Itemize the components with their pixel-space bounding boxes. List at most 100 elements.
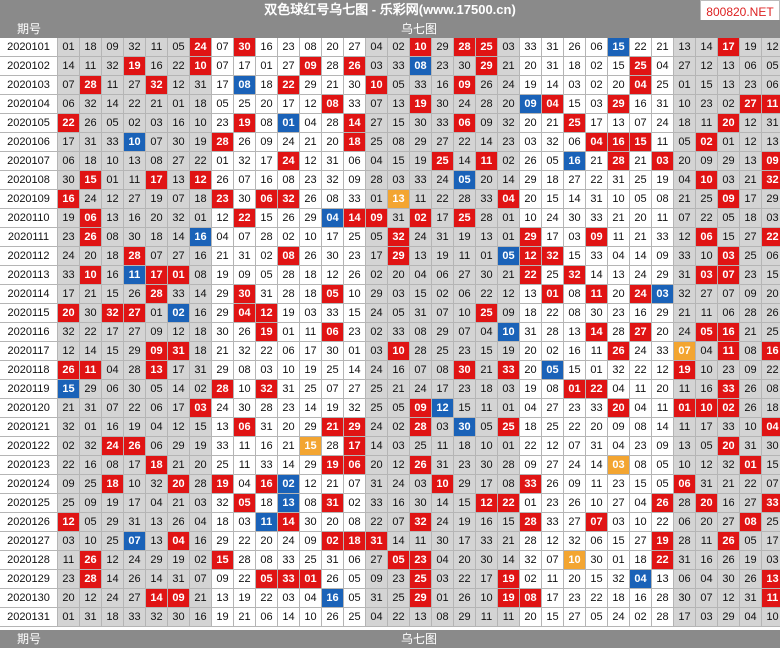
number-cell: 33	[410, 76, 432, 95]
number-cell: 15	[80, 171, 102, 190]
number-cell: 06	[344, 551, 366, 570]
number-cell: 05	[696, 437, 718, 456]
number-cell: 28	[652, 608, 674, 627]
number-cell: 29	[432, 323, 454, 342]
number-cell: 02	[168, 304, 190, 323]
number-cell: 14	[586, 323, 608, 342]
period-cell: 2020102	[0, 57, 58, 76]
number-cell: 28	[124, 247, 146, 266]
number-cell: 23	[630, 437, 652, 456]
number-cell: 25	[102, 532, 124, 551]
number-cell: 05	[498, 247, 520, 266]
number-cell: 23	[300, 171, 322, 190]
period-cell: 2020129	[0, 570, 58, 589]
number-cell: 10	[300, 228, 322, 247]
number-cell: 18	[674, 114, 696, 133]
number-cell: 12	[58, 342, 80, 361]
number-cell: 15	[388, 114, 410, 133]
number-cell: 10	[278, 361, 300, 380]
number-cell: 16	[146, 57, 168, 76]
number-cell: 32	[102, 57, 124, 76]
number-cell: 19	[168, 551, 190, 570]
number-cell: 31	[80, 608, 102, 627]
number-cell: 23	[278, 399, 300, 418]
number-cell: 33	[542, 513, 564, 532]
number-cell: 22	[80, 323, 102, 342]
number-cell: 25	[762, 513, 780, 532]
number-cell: 04	[234, 304, 256, 323]
number-cell: 23	[454, 456, 476, 475]
number-cell: 13	[124, 152, 146, 171]
number-cell: 08	[498, 475, 520, 494]
number-cell: 06	[58, 152, 80, 171]
number-cell: 18	[190, 323, 212, 342]
number-cell: 02	[278, 228, 300, 247]
number-cell: 11	[696, 532, 718, 551]
number-cell: 31	[608, 171, 630, 190]
number-cell: 27	[630, 323, 652, 342]
number-cell: 08	[432, 608, 454, 627]
number-cell: 30	[762, 437, 780, 456]
number-cell: 28	[256, 228, 278, 247]
number-cell: 08	[432, 361, 454, 380]
number-cell: 30	[322, 342, 344, 361]
number-cell: 20	[322, 513, 344, 532]
number-cell: 18	[102, 247, 124, 266]
number-cell: 04	[366, 38, 388, 57]
number-cell: 11	[652, 209, 674, 228]
number-cell: 21	[476, 361, 498, 380]
number-cell: 22	[366, 513, 388, 532]
number-cell: 24	[366, 361, 388, 380]
number-cell: 32	[608, 570, 630, 589]
number-cell: 13	[652, 570, 674, 589]
number-cell: 16	[388, 361, 410, 380]
number-cell: 29	[454, 608, 476, 627]
number-cell: 05	[388, 551, 410, 570]
number-cell: 22	[520, 266, 542, 285]
number-cell: 25	[80, 475, 102, 494]
number-cell: 01	[190, 209, 212, 228]
number-cell: 12	[256, 304, 278, 323]
number-cell: 06	[102, 380, 124, 399]
number-cell: 19	[410, 95, 432, 114]
chart-header: 乌七图	[400, 22, 437, 36]
number-cell: 27	[696, 285, 718, 304]
page-title: 双色球红号乌七图 - 乐彩网(www.17500.cn)	[0, 0, 780, 20]
number-cell: 08	[278, 247, 300, 266]
number-cell: 27	[124, 589, 146, 608]
number-cell: 23	[344, 247, 366, 266]
number-cell: 12	[520, 247, 542, 266]
number-cell: 21	[740, 171, 762, 190]
number-cell: 23	[498, 133, 520, 152]
number-cell: 22	[476, 285, 498, 304]
number-cell: 04	[696, 342, 718, 361]
number-cell: 05	[388, 399, 410, 418]
number-cell: 12	[718, 589, 740, 608]
number-cell: 07	[234, 171, 256, 190]
number-cell: 01	[344, 342, 366, 361]
number-cell: 21	[300, 133, 322, 152]
number-cell: 28	[520, 532, 542, 551]
number-cell: 28	[454, 38, 476, 57]
number-cell: 15	[564, 247, 586, 266]
number-cell: 06	[586, 38, 608, 57]
number-cell: 13	[146, 513, 168, 532]
number-cell: 11	[80, 361, 102, 380]
number-cell: 15	[630, 133, 652, 152]
number-cell: 13	[762, 133, 780, 152]
number-cell: 32	[58, 418, 80, 437]
number-cell: 14	[630, 247, 652, 266]
number-cell: 08	[322, 190, 344, 209]
number-cell: 11	[652, 133, 674, 152]
number-cell: 15	[58, 380, 80, 399]
number-cell: 31	[322, 494, 344, 513]
number-cell: 27	[366, 551, 388, 570]
number-cell: 10	[102, 152, 124, 171]
number-cell: 18	[300, 285, 322, 304]
number-cell: 07	[410, 361, 432, 380]
number-cell: 03	[520, 133, 542, 152]
number-cell: 28	[190, 475, 212, 494]
site-badge[interactable]: 800820.NET	[700, 0, 780, 22]
number-cell: 30	[410, 494, 432, 513]
number-cell: 31	[520, 323, 542, 342]
